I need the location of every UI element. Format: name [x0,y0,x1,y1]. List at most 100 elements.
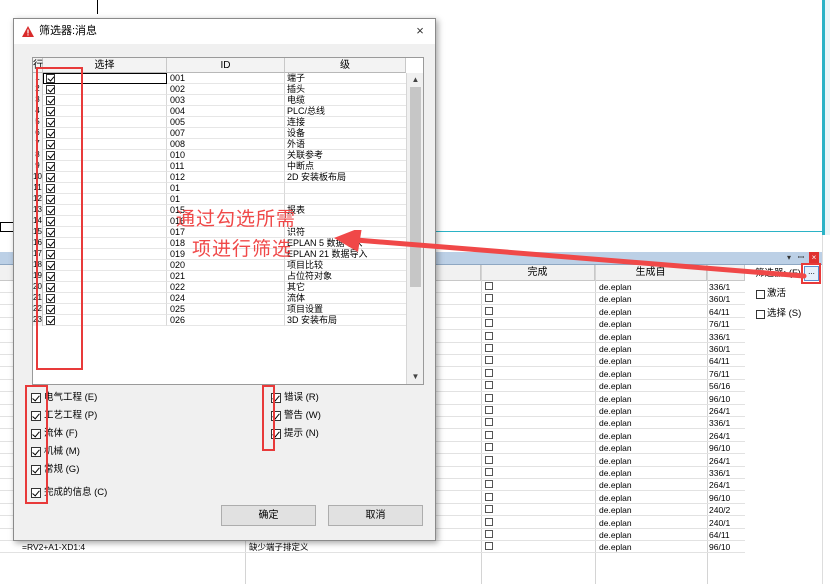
page-cell: 264/1 [709,455,731,466]
file-cell: de.eplan [599,517,632,528]
done-checkbox[interactable] [485,282,493,290]
activate-label: 激活 [767,288,787,299]
option-label: 机械 (M) [44,446,80,457]
done-checkbox[interactable] [485,530,493,538]
done-checkbox[interactable] [485,468,493,476]
level-cell: 外语 [285,139,406,150]
done-checkbox[interactable] [485,505,493,514]
select-label: 选择 (S) [767,308,802,319]
grid-row[interactable]: 8 010 关联参考 [33,150,406,161]
page-cell: 96/10 [709,492,731,503]
grid-row[interactable]: 6 007 设备 [33,128,406,139]
page-cell: 76/11 [709,319,730,330]
level-cell: 电缆 [285,95,406,106]
done-checkbox[interactable] [485,492,493,501]
grid-row[interactable]: 11 01 [33,183,406,194]
page-cell: 76/11 [709,368,730,379]
filter-side-panel: 筛选器: (F) ... 激活 选择 (S) [745,265,822,584]
done-checkbox[interactable] [485,418,493,427]
done-checkbox[interactable] [485,368,493,377]
page-cell: 96/10 [709,542,731,553]
file-cell: de.eplan [599,368,632,379]
id-cell: 026 [167,315,285,326]
done-checkbox[interactable] [485,393,493,402]
done-checkbox[interactable] [485,356,493,365]
object-cell: =RV2+A1-XD1:4 [22,542,86,553]
grid-row[interactable]: 12 01 [33,194,406,205]
grid-row[interactable]: 5 005 连接 [33,117,406,128]
activate-checkbox[interactable] [756,290,765,299]
file-cell: de.eplan [599,455,632,466]
message-row[interactable]: =RV2+A1-XD1:4 缺少端子排定义 de.eplan 96/10 [0,542,745,554]
done-checkbox[interactable] [485,344,493,352]
select-checkbox[interactable] [756,310,765,319]
level-cell: 其它 [285,282,406,293]
grid-header-id[interactable]: ID [167,58,285,73]
grid-row[interactable]: 21 024 流体 [33,293,406,304]
done-checkbox[interactable] [485,430,493,439]
dialog-title: 筛选器:消息 [39,25,98,37]
done-checkbox[interactable] [485,517,493,526]
grid-row[interactable]: 7 008 外语 [33,139,406,150]
grid-row[interactable]: 23 026 3D 安装布局 [33,315,406,326]
file-cell: de.eplan [599,480,632,491]
grid-row[interactable]: 2 002 插头 [33,84,406,95]
done-checkbox[interactable] [485,294,493,303]
scroll-up-icon[interactable]: ▲ [407,73,423,87]
grid-row[interactable]: 9 011 中断点 [33,161,406,172]
ok-button[interactable]: 确定 [221,505,316,526]
id-cell: 01 [167,183,285,194]
id-cell: 008 [167,139,285,150]
done-checkbox[interactable] [485,306,493,315]
id-cell: 012 [167,172,285,183]
level-cell: 设备 [285,128,406,139]
file-cell: de.eplan [599,331,632,342]
page-cell: 360/1 [709,344,731,354]
id-cell: 025 [167,304,285,315]
option-label: 提示 (N) [284,428,319,439]
page-cell: 336/1 [709,418,731,429]
panel-close-icon[interactable]: × [809,252,819,263]
done-checkbox[interactable] [485,406,493,414]
level-cell [285,194,406,205]
dialog-close-icon[interactable]: × [412,23,428,39]
grid-row[interactable]: 22 025 项目设置 [33,304,406,315]
annotation-text: 通过勾选所需 项进行筛选 [176,205,346,265]
cancel-button[interactable]: 取消 [328,505,423,526]
grid-header-level[interactable]: 级 [285,58,406,73]
level-cell: 连接 [285,117,406,128]
file-cell: de.eplan [599,393,632,404]
done-checkbox[interactable] [485,542,493,551]
done-checkbox[interactable] [485,319,493,328]
grid-row[interactable]: 3 003 电缆 [33,95,406,106]
grid-scrollbar[interactable]: ▲ ▼ [406,73,423,384]
done-checkbox[interactable] [485,480,493,489]
id-cell: 011 [167,161,285,172]
grid-row[interactable]: 10 012 2D 安装板布局 [33,172,406,183]
id-cell: 007 [167,128,285,139]
done-checkbox[interactable] [485,443,493,452]
done-checkbox[interactable] [485,331,493,340]
file-cell: de.eplan [599,430,632,441]
grid-row[interactable]: 4 004 PLC/总线 [33,106,406,117]
page-cell: 336/1 [709,282,731,292]
option-label: 错误 (R) [284,392,319,403]
annotation-line: 项进行筛选 [192,239,293,260]
page-cell: 240/1 [709,517,731,528]
workspace-edge-fill [825,0,830,235]
page-cell: 264/1 [709,406,731,416]
done-checkbox[interactable] [485,381,493,390]
grid-row[interactable]: 1 001 端子 [33,73,406,84]
id-cell: 003 [167,95,285,106]
scroll-down-icon[interactable]: ▼ [407,370,423,384]
done-checkbox[interactable] [485,455,493,464]
highlight-select-column [36,67,83,370]
grid-row[interactable]: 20 022 其它 [33,282,406,293]
page-cell: 64/11 [709,306,730,317]
workspace-divider [97,0,98,14]
option-label: 常规 (G) [44,464,80,475]
id-cell: 01 [167,194,285,205]
dialog-titlebar: 筛选器:消息 × [14,19,435,44]
file-cell: de.eplan [599,344,632,354]
file-cell: de.eplan [599,381,632,392]
